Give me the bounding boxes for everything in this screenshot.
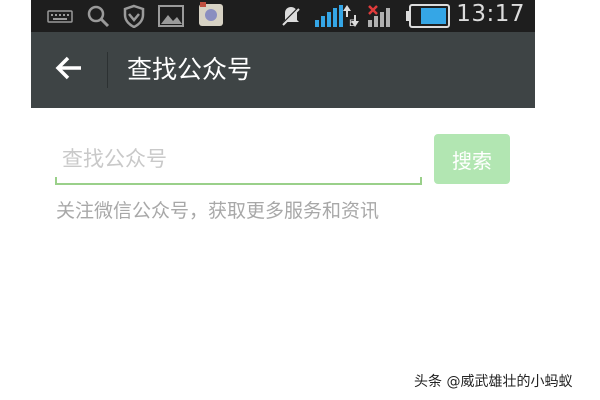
page-title: 查找公众号	[127, 55, 253, 84]
watermark: 头条 @威武雄壮的小蚂蚁	[414, 374, 573, 390]
search-button[interactable]: 搜索	[434, 134, 510, 184]
signal-icon-2	[367, 4, 397, 28]
search-input[interactable]	[55, 134, 422, 184]
svg-text:E: E	[349, 19, 355, 28]
image-icon	[158, 4, 184, 28]
shield-icon	[122, 4, 146, 28]
back-button[interactable]	[45, 46, 93, 94]
data-transfer-icon: E	[342, 4, 360, 28]
search-icon	[86, 4, 110, 28]
status-bar: E 13:17	[31, 0, 535, 32]
app-header: 查找公众号	[31, 32, 535, 108]
phone-screen: E 13:17 查找公众号 搜索 关注微信公众号，获取更多服务和资讯	[31, 0, 535, 400]
keyboard-icon	[47, 4, 73, 28]
signal-icon	[314, 4, 344, 28]
header-divider	[107, 52, 108, 88]
search-underline-right-tick	[420, 177, 422, 185]
search-underline	[55, 183, 422, 185]
search-field	[55, 134, 422, 186]
app-icon	[197, 0, 225, 26]
status-time: 13:17	[456, 1, 525, 27]
arrow-left-icon	[55, 54, 83, 86]
search-underline-left-tick	[55, 177, 57, 185]
battery-icon	[405, 3, 451, 28]
mute-icon	[279, 4, 303, 28]
search-hint: 关注微信公众号，获取更多服务和资讯	[56, 200, 380, 222]
